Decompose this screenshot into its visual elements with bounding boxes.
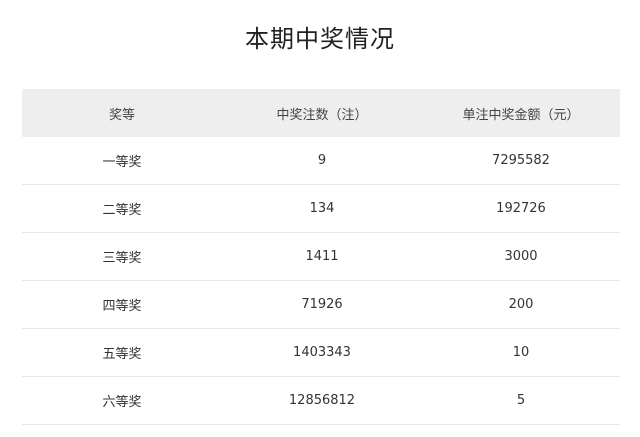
prize-amount-cell: 7295582: [422, 137, 620, 185]
prize-amount-cell: 10: [422, 328, 620, 377]
prize-level-cell: 六等奖: [22, 376, 222, 425]
header-winning-count: 中奖注数（注）: [222, 89, 422, 137]
winning-count-cell: 12856812: [222, 376, 422, 425]
table-row: 二等奖 134 192726: [22, 184, 620, 233]
prize-level-cell: 一等奖: [22, 137, 222, 185]
winning-count-cell: 134: [222, 184, 422, 233]
prize-amount-cell: 200: [422, 280, 620, 329]
prize-results-panel: 本期中奖情况 奖等 中奖注数（注） 单注中奖金额（元） 一等奖 9 729558…: [0, 0, 640, 437]
prize-level-cell: 二等奖: [22, 184, 222, 233]
prize-table: 奖等 中奖注数（注） 单注中奖金额（元） 一等奖 9 7295582 二等奖 1…: [22, 89, 620, 425]
prize-level-cell: 三等奖: [22, 232, 222, 281]
prize-amount-cell: 3000: [422, 232, 620, 281]
table-header: 奖等 中奖注数（注） 单注中奖金额（元）: [22, 89, 620, 137]
winning-count-cell: 1403343: [222, 328, 422, 377]
table-row: 四等奖 71926 200: [22, 280, 620, 329]
prize-amount-cell: 5: [422, 376, 620, 425]
table-row: 三等奖 1411 3000: [22, 232, 620, 281]
page-title: 本期中奖情况: [245, 25, 395, 53]
table-body: 一等奖 9 7295582 二等奖 134 192726 三等奖 1411 30…: [22, 137, 620, 425]
prize-level-cell: 四等奖: [22, 280, 222, 329]
table-row: 六等奖 12856812 5: [22, 376, 620, 425]
table-row: 五等奖 1403343 10: [22, 328, 620, 377]
winning-count-cell: 71926: [222, 280, 422, 329]
header-prize-level: 奖等: [22, 89, 222, 137]
table-row: 一等奖 9 7295582: [22, 137, 620, 185]
winning-count-cell: 9: [222, 137, 422, 185]
prize-amount-cell: 192726: [422, 184, 620, 233]
header-prize-amount: 单注中奖金额（元）: [422, 89, 620, 137]
header-row: 奖等 中奖注数（注） 单注中奖金额（元）: [22, 89, 620, 137]
winning-count-cell: 1411: [222, 232, 422, 281]
prize-level-cell: 五等奖: [22, 328, 222, 377]
